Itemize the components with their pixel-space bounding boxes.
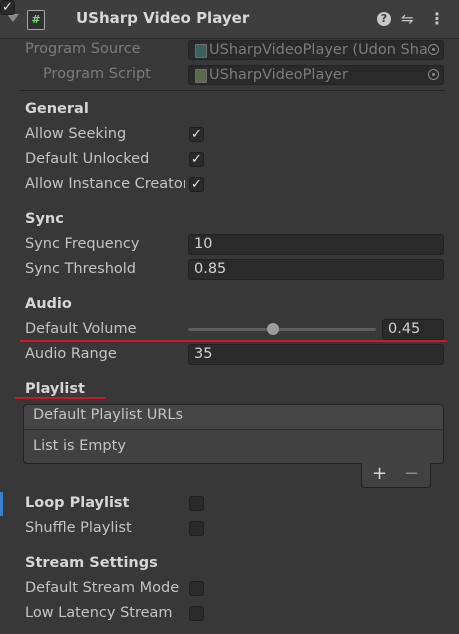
section-sync-heading: Sync (25, 211, 64, 227)
focus-indicator (0, 492, 3, 516)
section-stream-heading: Stream Settings (25, 555, 158, 571)
section-general-heading: General (25, 101, 89, 117)
annotation-underline (15, 397, 106, 399)
script-icon: # (27, 10, 45, 30)
object-picker-icon[interactable] (428, 69, 439, 80)
separator (20, 90, 445, 91)
sync-threshold-input[interactable]: 0.85 (188, 259, 444, 280)
annotation-underline (20, 340, 447, 342)
low-latency-label: Low Latency Stream (25, 605, 173, 621)
foldout-arrow-icon[interactable] (7, 14, 19, 22)
default-volume-input[interactable]: 0.45 (382, 319, 444, 340)
script-asset-icon (195, 69, 207, 83)
loop-playlist-checkbox[interactable] (189, 496, 204, 511)
kebab-menu-icon[interactable]: ⋮ (429, 9, 445, 28)
component-enabled-checkbox[interactable]: ✓ (0, 0, 15, 15)
allow-seeking-checkbox[interactable]: ✓ (189, 127, 204, 142)
shuffle-playlist-checkbox[interactable] (189, 521, 204, 536)
program-source-field[interactable]: USharpVideoPlayer (Udon Sha (188, 40, 444, 60)
default-unlocked-label: Default Unlocked (25, 151, 150, 167)
program-script-field[interactable]: USharpVideoPlayer (188, 65, 444, 85)
default-stream-mode-label: Default Stream Mode (25, 580, 180, 596)
section-audio-heading: Audio (25, 296, 72, 312)
shuffle-playlist-label: Shuffle Playlist (25, 520, 132, 536)
volume-slider-thumb[interactable] (266, 323, 279, 335)
allow-instance-creator-checkbox[interactable]: ✓ (189, 177, 204, 192)
low-latency-checkbox[interactable] (189, 606, 204, 621)
list-empty-text: List is Empty (33, 438, 126, 454)
audio-range-label: Audio Range (25, 346, 117, 362)
sync-frequency-input[interactable]: 10 (188, 234, 444, 255)
playlist-list-header-label: Default Playlist URLs (33, 407, 184, 423)
sync-frequency-label: Sync Frequency (25, 236, 140, 252)
object-picker-icon[interactable] (428, 44, 439, 55)
sync-threshold-label: Sync Threshold (25, 261, 137, 277)
help-icon[interactable]: ? (377, 12, 391, 26)
program-source-label: Program Source (25, 41, 141, 57)
audio-range-input[interactable]: 35 (188, 344, 444, 365)
allow-instance-creator-label: Allow Instance Creator (25, 176, 185, 192)
add-item-button[interactable]: + (372, 463, 387, 484)
section-playlist-heading: Playlist (25, 381, 85, 397)
default-unlocked-checkbox[interactable]: ✓ (189, 152, 204, 167)
allow-seeking-label: Allow Seeking (25, 126, 127, 142)
udon-asset-icon (195, 44, 207, 58)
remove-item-button[interactable]: − (404, 463, 419, 484)
default-stream-mode-checkbox[interactable] (189, 581, 204, 596)
component-title: USharp Video Player (76, 9, 250, 27)
preset-icon[interactable]: ⇋ (401, 10, 414, 28)
loop-playlist-label: Loop Playlist (25, 495, 130, 511)
program-script-label: Program Script (43, 66, 151, 82)
default-volume-label: Default Volume (25, 321, 137, 337)
volume-slider-track[interactable] (188, 328, 376, 331)
